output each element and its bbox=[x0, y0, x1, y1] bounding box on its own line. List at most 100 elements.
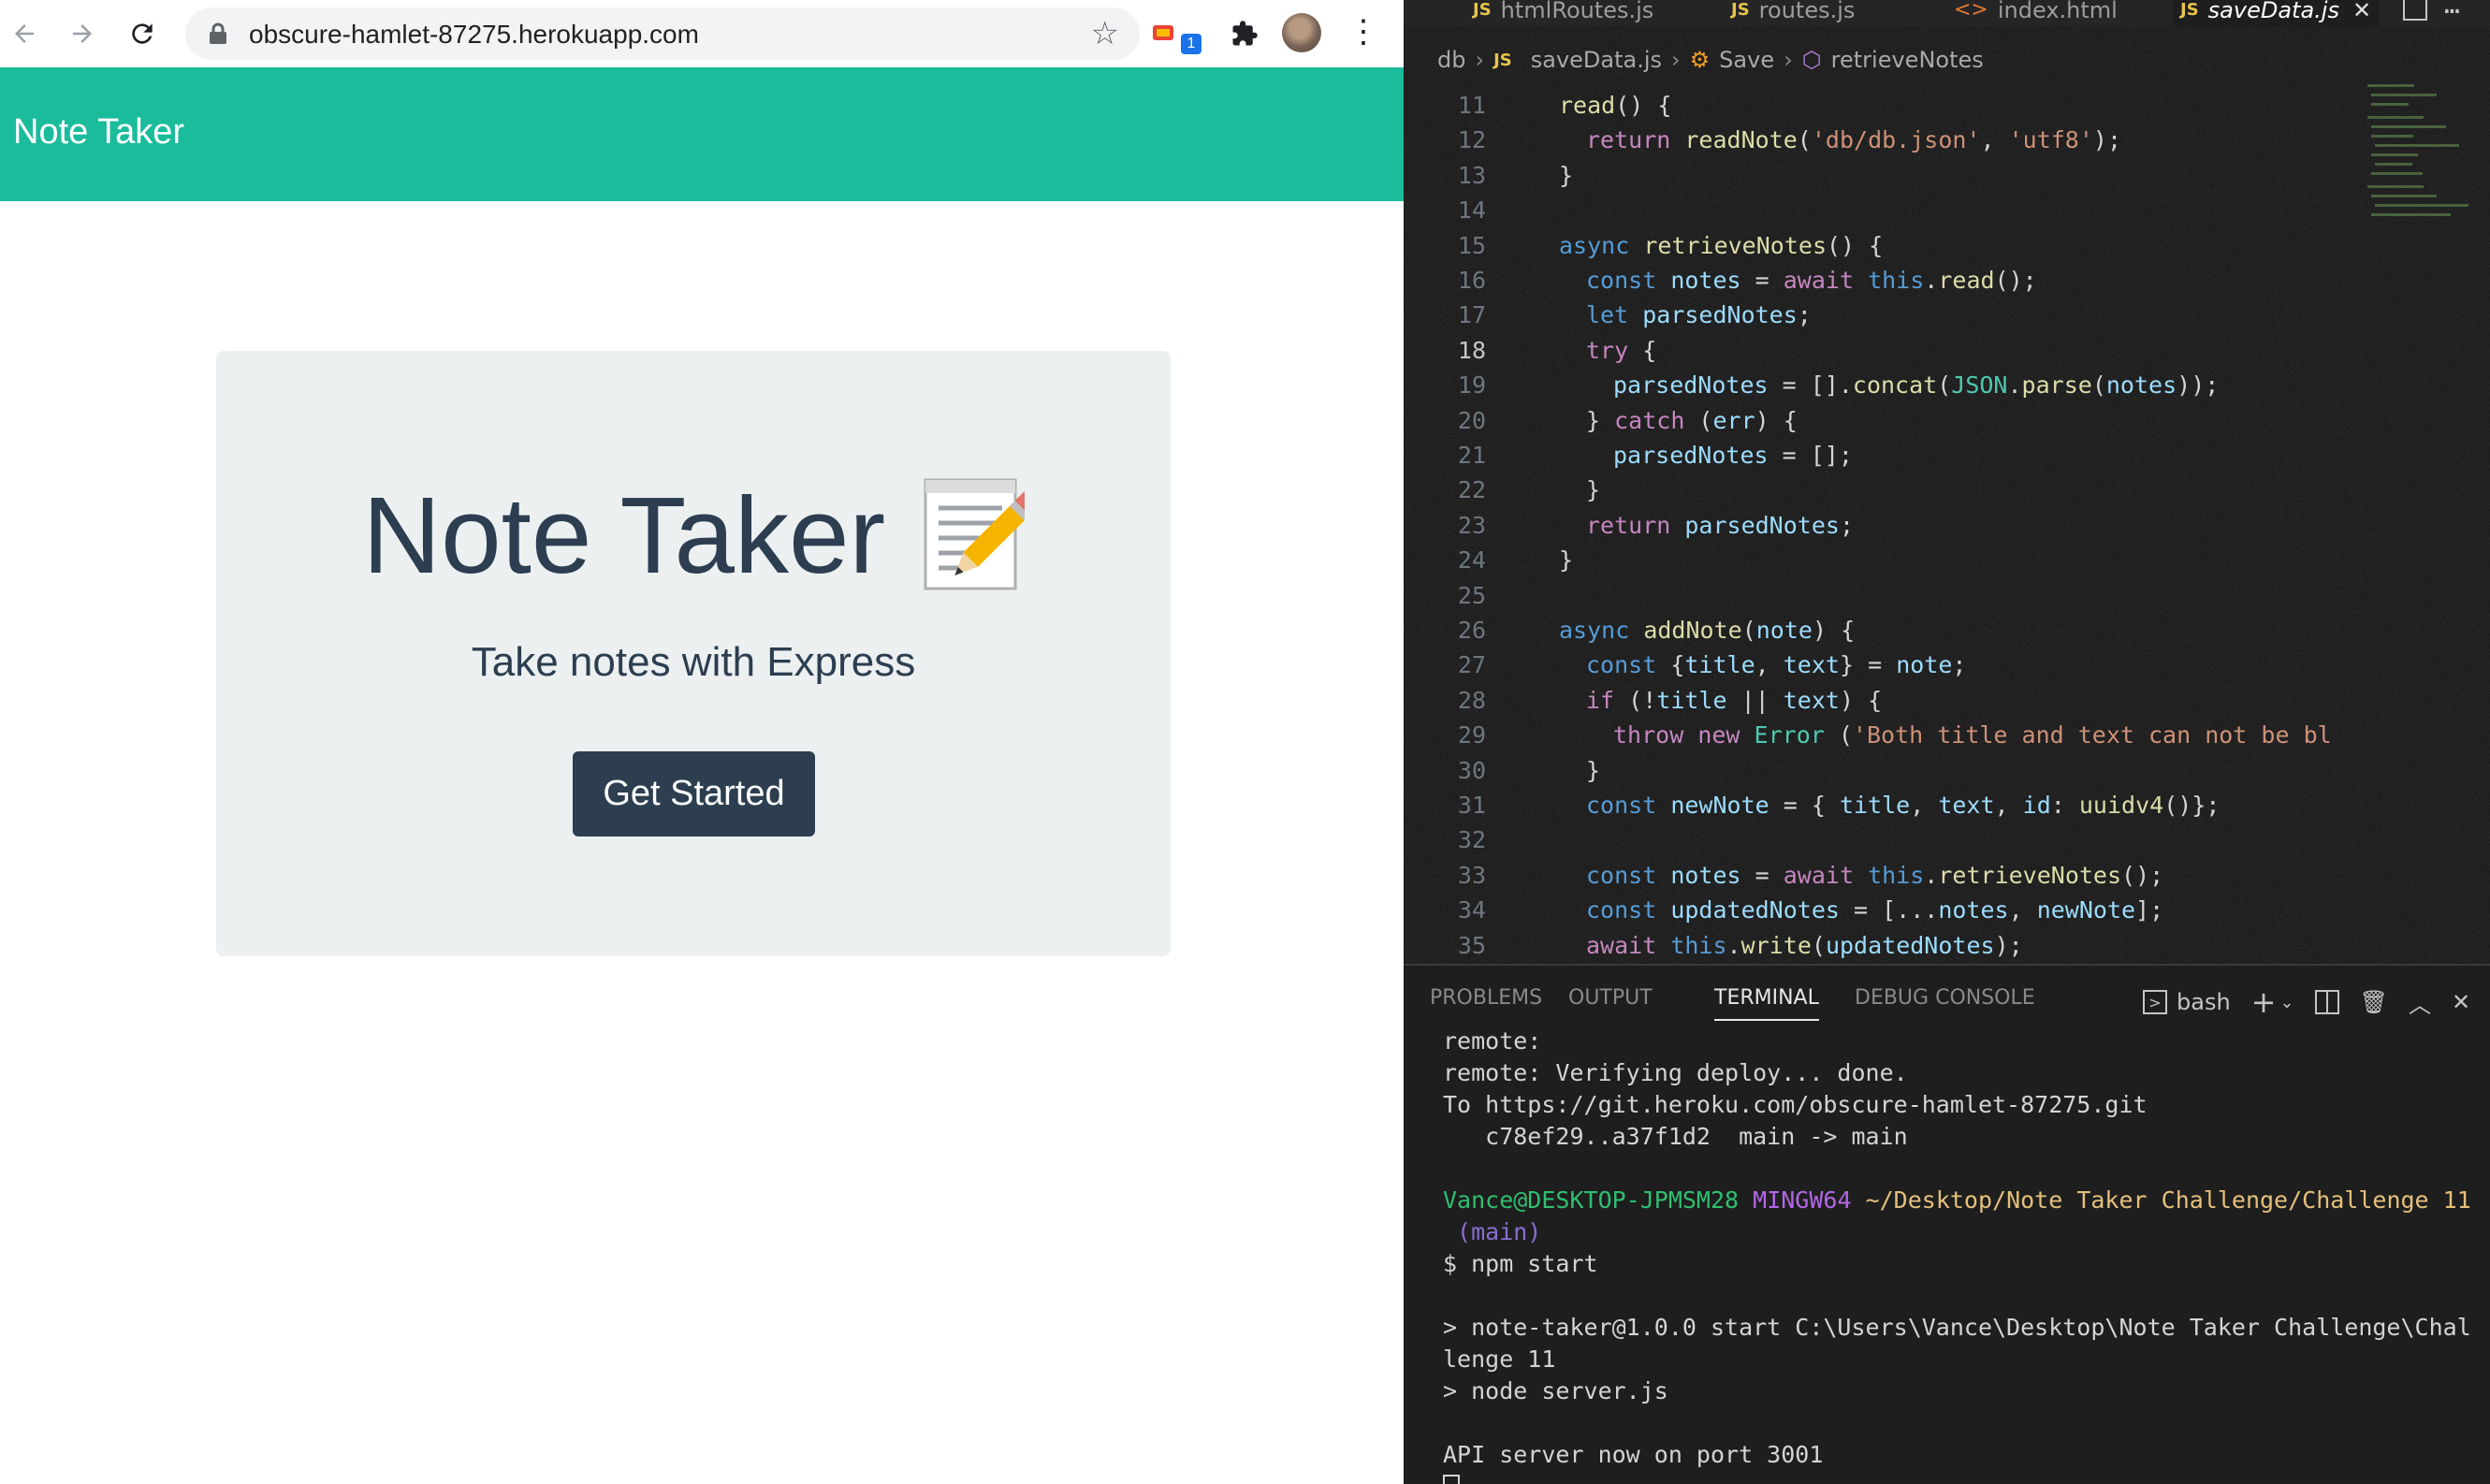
code-text[interactable]: read() { bbox=[1559, 88, 1671, 124]
code-text[interactable]: const notes = await this.read(); bbox=[1559, 263, 2037, 298]
line-number: 28 bbox=[1457, 686, 1486, 714]
tab-output[interactable]: OUTPUT bbox=[1568, 986, 1653, 1010]
tab-htmlroutes[interactable]: JS htmlRoutes.js bbox=[1473, 0, 1653, 26]
breadcrumb-class[interactable]: Save bbox=[1719, 47, 1774, 73]
code-text[interactable]: await this.write(updatedNotes); bbox=[1559, 928, 2023, 964]
terminal-toolbar: > bash + ⌄ 🗑 ︿ ✕ bbox=[2143, 984, 2470, 1020]
code-text[interactable]: let parsedNotes; bbox=[1559, 298, 1812, 333]
code-text[interactable]: } catch (err) { bbox=[1559, 403, 1798, 439]
code-text[interactable]: } bbox=[1559, 158, 1573, 194]
vscode-window: JS htmlRoutes.js JS routes.js <> index.html… bbox=[1404, 0, 2490, 1484]
tab-label: saveData.js bbox=[2207, 0, 2339, 23]
line-number: 11 bbox=[1457, 92, 1486, 119]
code-text[interactable]: } bbox=[1559, 753, 1600, 789]
browser-menu-icon[interactable]: ⋮ bbox=[1347, 13, 1379, 51]
close-tab-icon[interactable]: ✕ bbox=[2352, 0, 2371, 22]
prompt-env: MINGW64 bbox=[1753, 1186, 1866, 1214]
new-terminal-plus-icon[interactable]: + bbox=[2251, 984, 2277, 1020]
puzzle-extensions-icon[interactable] bbox=[1224, 13, 1265, 54]
profile-avatar[interactable] bbox=[1282, 13, 1321, 52]
breadcrumb-file[interactable]: saveData.js bbox=[1531, 47, 1662, 73]
code-text[interactable]: return readNote('db/db.json', 'utf8'); bbox=[1559, 123, 2121, 158]
close-panel-icon[interactable]: ✕ bbox=[2452, 989, 2470, 1015]
code-text[interactable]: throw new Error ('Both title and text ca… bbox=[1559, 718, 2332, 753]
code-text[interactable]: const updatedNotes = [...notes, newNote]… bbox=[1559, 893, 2163, 928]
trash-icon[interactable]: 🗑 bbox=[2360, 989, 2388, 1015]
tab-debug-console[interactable]: DEBUG CONSOLE bbox=[1855, 986, 2035, 1010]
code-editor[interactable]: 11 read() { 12 return readNote('db/db.json'… bbox=[1404, 88, 2358, 964]
navbar-brand[interactable]: Note Taker bbox=[13, 112, 184, 153]
code-text[interactable]: const newNote = { title, text, id: uuidv… bbox=[1559, 788, 2220, 823]
line-number: 20 bbox=[1457, 406, 1486, 434]
breadcrumb-method[interactable]: retrieveNotes bbox=[1831, 47, 1984, 73]
app-navbar: Note Taker bbox=[0, 67, 1404, 201]
split-editor-icon[interactable] bbox=[2403, 0, 2427, 21]
tab-savedata[interactable]: JS saveData.js ✕ bbox=[2173, 0, 2380, 26]
memo-icon bbox=[922, 476, 1039, 594]
code-text[interactable]: } bbox=[1559, 473, 1600, 508]
url-text[interactable]: obscure-hamlet-87275.herokuapp.com bbox=[249, 20, 699, 50]
minimap[interactable] bbox=[2358, 75, 2470, 262]
terminal-line: lenge 11 bbox=[1443, 1346, 1556, 1373]
js-file-icon: JS bbox=[1493, 50, 1512, 70]
code-text[interactable]: } bbox=[1559, 543, 1573, 578]
get-started-button[interactable]: Get Started bbox=[573, 751, 815, 837]
hero-title: Note Taker bbox=[362, 474, 886, 596]
split-terminal-icon[interactable] bbox=[2314, 990, 2339, 1014]
line-number: 24 bbox=[1457, 546, 1486, 575]
hero-jumbotron: Note Taker Take notes with Express Get S… bbox=[216, 351, 1171, 956]
code-text[interactable]: const {title, text} = note; bbox=[1559, 647, 1966, 683]
forward-arrow-icon[interactable] bbox=[62, 13, 103, 54]
chevron-right-icon: › bbox=[1475, 47, 1485, 73]
chevron-down-icon[interactable]: ⌄ bbox=[2279, 993, 2293, 1012]
code-text[interactable]: if (!title || text) { bbox=[1559, 683, 1882, 719]
more-actions-icon[interactable]: … bbox=[2444, 0, 2460, 20]
tab-label: routes.js bbox=[1758, 0, 1856, 23]
tab-routes[interactable]: JS routes.js bbox=[1731, 0, 1855, 26]
line-number: 31 bbox=[1457, 792, 1486, 819]
tab-problems[interactable]: PROBLEMS bbox=[1430, 986, 1542, 1010]
line-number: 25 bbox=[1457, 581, 1486, 609]
terminal-line: > node server.js bbox=[1443, 1377, 1668, 1404]
hero-lead-text: Take notes with Express bbox=[471, 639, 916, 685]
terminal-line: API server now on port 3001 bbox=[1443, 1441, 1824, 1468]
line-number: 15 bbox=[1457, 231, 1486, 259]
tab-label: index.html bbox=[1997, 0, 2118, 23]
code-text[interactable]: async retrieveNotes() { bbox=[1559, 228, 1883, 264]
line-number: 29 bbox=[1457, 721, 1486, 749]
bookmark-star-icon[interactable]: ☆ bbox=[1091, 15, 1119, 52]
tab-index-html[interactable]: <> index.html bbox=[1954, 0, 2118, 26]
terminal-line: (main) bbox=[1443, 1218, 1542, 1245]
browser-toolbar: obscure-hamlet-87275.herokuapp.com ☆ 1 ⋮ bbox=[0, 0, 1404, 68]
hero-title-row: Note Taker bbox=[216, 473, 1171, 598]
extension-badge: 1 bbox=[1181, 34, 1201, 54]
code-text[interactable]: parsedNotes = []; bbox=[1559, 438, 1853, 473]
terminal-cursor-line[interactable] bbox=[1443, 1471, 2482, 1484]
lock-icon[interactable] bbox=[208, 22, 228, 45]
back-arrow-icon[interactable] bbox=[4, 13, 45, 54]
address-bar[interactable]: obscure-hamlet-87275.herokuapp.com ☆ bbox=[185, 7, 1140, 60]
line-number: 33 bbox=[1457, 861, 1486, 889]
code-text[interactable]: async addNote(note) { bbox=[1559, 613, 1855, 648]
code-text[interactable]: parsedNotes = [].concat(JSON.parse(notes… bbox=[1559, 368, 2219, 403]
code-text[interactable]: const notes = await this.retrieveNotes()… bbox=[1559, 858, 2163, 894]
prompt-path: ~/Desktop/Note Taker Challenge/Challenge… bbox=[1865, 1186, 2471, 1214]
code-text[interactable]: return parsedNotes; bbox=[1559, 508, 1854, 544]
terminal-line: remote: Verifying deploy... done. bbox=[1443, 1059, 1908, 1086]
maximize-panel-icon[interactable]: ︿ bbox=[2409, 986, 2431, 1019]
code-text[interactable]: try { bbox=[1559, 333, 1656, 369]
breadcrumb-folder[interactable]: db bbox=[1437, 47, 1465, 73]
terminal-line: To https://git.heroku.com/obscure-hamlet… bbox=[1443, 1091, 2148, 1118]
reload-icon[interactable] bbox=[122, 13, 163, 54]
tab-terminal[interactable]: TERMINAL bbox=[1714, 986, 1819, 1021]
shell-name[interactable]: bash bbox=[2177, 989, 2231, 1015]
terminal-line: > note-taker@1.0.0 start C:\Users\Vance\… bbox=[1443, 1314, 2471, 1341]
terminal-line: remote: bbox=[1443, 1027, 1542, 1055]
line-number: 12 bbox=[1457, 126, 1486, 154]
line-number: 22 bbox=[1457, 476, 1486, 504]
terminal-output[interactable]: remote: remote: Verifying deploy... done.… bbox=[1443, 1026, 2482, 1484]
terminal-line: c78ef29..a37f1d2 main -> main bbox=[1443, 1123, 1908, 1150]
html-file-icon: <> bbox=[1954, 0, 1988, 22]
